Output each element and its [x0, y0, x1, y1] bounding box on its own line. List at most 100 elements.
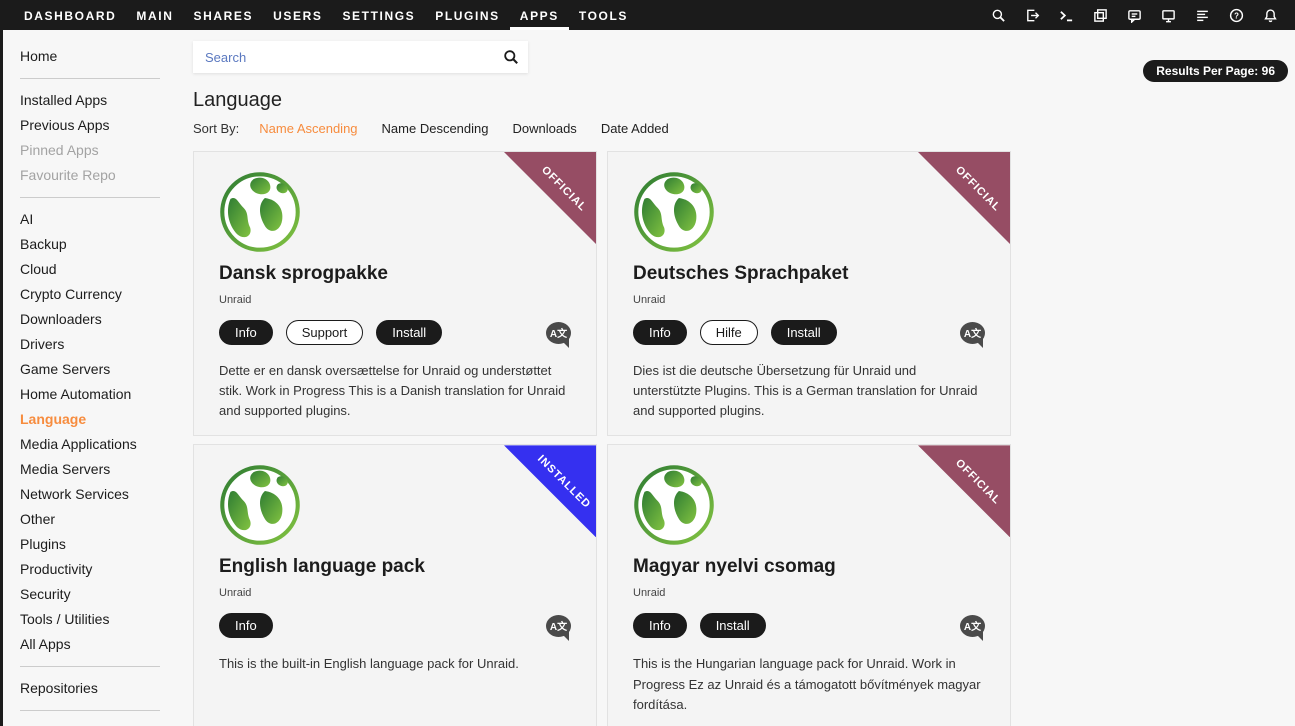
sidebar-item-language[interactable]: Language — [20, 407, 193, 432]
sort-option-downloads[interactable]: Downloads — [512, 121, 576, 136]
terminal-icon[interactable] — [1049, 0, 1083, 30]
install-button[interactable]: Install — [771, 320, 837, 345]
sidebar-item-other[interactable]: Other — [20, 507, 193, 532]
nav-item-settings[interactable]: SETTINGS — [332, 0, 425, 30]
app-description: Dies ist die deutsche Übersetzung für Un… — [633, 361, 985, 421]
translate-icon[interactable]: A文 — [960, 322, 985, 344]
translate-icon[interactable]: A文 — [960, 615, 985, 637]
nav-item-main[interactable]: MAIN — [126, 0, 183, 30]
search-input[interactable] — [193, 41, 528, 73]
app-card-grid: OFFICIAL Dansk sprogpakke Unraid Info Sup… — [193, 151, 1295, 726]
sidebar-item-productivity[interactable]: Productivity — [20, 557, 193, 582]
sort-option-name-ascending[interactable]: Name Ascending — [259, 121, 357, 136]
sidebar-item-media-servers[interactable]: Media Servers — [20, 457, 193, 482]
ribbon-badge: OFFICIAL — [918, 445, 1010, 537]
app-title[interactable]: Dansk sprogpakke — [219, 263, 571, 285]
sort-by-label: Sort By: — [193, 121, 239, 136]
action-buttons: Info Support Install — [219, 320, 455, 345]
nav-item-shares[interactable]: SHARES — [183, 0, 263, 30]
nav-item-dashboard[interactable]: DASHBOARD — [14, 0, 126, 30]
sort-option-date-added[interactable]: Date Added — [601, 121, 669, 136]
monitor-icon[interactable] — [1151, 0, 1185, 30]
search-icon[interactable] — [503, 49, 519, 70]
nav-item-users[interactable]: USERS — [263, 0, 332, 30]
hilfe-button[interactable]: Hilfe — [700, 320, 758, 345]
support-button[interactable]: Support — [286, 320, 364, 345]
ribbon-label: OFFICIAL — [518, 151, 597, 235]
app-card-magyar-nyelvi-csomag: OFFICIAL Magyar nyelvi csomag Unraid Inf… — [607, 444, 1011, 726]
action-buttons: Info — [219, 613, 286, 638]
sidebar-item-installed-apps[interactable]: Installed Apps — [20, 88, 193, 113]
translate-icon[interactable]: A文 — [546, 615, 571, 637]
ribbon-label: OFFICIAL — [932, 151, 1011, 235]
sidebar-item-favourite-repo: Favourite Repo — [20, 163, 193, 188]
copy-icon[interactable] — [1083, 0, 1117, 30]
ribbon-badge: OFFICIAL — [504, 152, 596, 244]
card-actions: Info A文 — [219, 613, 571, 638]
info-button[interactable]: Info — [219, 320, 273, 345]
sidebar-item-previous-apps[interactable]: Previous Apps — [20, 113, 193, 138]
info-button[interactable]: Info — [633, 320, 687, 345]
app-description: Dette er en dansk oversættelse for Unrai… — [219, 361, 571, 421]
sidebar-item-settings[interactable]: Settings — [20, 720, 193, 726]
globe-icon[interactable] — [219, 464, 301, 546]
sidebar-item-plugins[interactable]: Plugins — [20, 532, 193, 557]
sidebar-item-all-apps[interactable]: All Apps — [20, 632, 193, 657]
nav-item-plugins[interactable]: PLUGINS — [425, 0, 510, 30]
globe-icon[interactable] — [633, 464, 715, 546]
sidebar-item-security[interactable]: Security — [20, 582, 193, 607]
sidebar-divider — [20, 710, 160, 711]
translate-icon[interactable]: A文 — [546, 322, 571, 344]
nav-icons: ? — [981, 0, 1295, 30]
notifications-icon[interactable] — [1253, 0, 1287, 30]
sidebar-item-ai[interactable]: AI — [20, 207, 193, 232]
app-author: Unraid — [633, 587, 985, 599]
feedback-icon[interactable] — [1117, 0, 1151, 30]
sort-option-name-descending[interactable]: Name Descending — [382, 121, 489, 136]
sidebar-item-home-automation[interactable]: Home Automation — [20, 382, 193, 407]
search-icon[interactable] — [981, 0, 1015, 30]
globe-icon[interactable] — [219, 171, 301, 253]
help-icon[interactable]: ? — [1219, 0, 1253, 30]
sidebar-item-drivers[interactable]: Drivers — [20, 332, 193, 357]
sidebar-item-home[interactable]: Home — [20, 44, 193, 69]
app-title[interactable]: Deutsches Sprachpaket — [633, 263, 985, 285]
sidebar-item-repositories[interactable]: Repositories — [20, 676, 193, 701]
sidebar-item-downloaders[interactable]: Downloaders — [20, 307, 193, 332]
main-content: Results Per Page: 96 Language Sort By: N… — [193, 30, 1295, 726]
sidebar-item-network-services[interactable]: Network Services — [20, 482, 193, 507]
page-title: Language — [193, 89, 1295, 112]
card-actions: Info Hilfe Install A文 — [633, 320, 985, 345]
sidebar-item-tools-utilities[interactable]: Tools / Utilities — [20, 607, 193, 632]
sign-out-icon[interactable] — [1015, 0, 1049, 30]
app-card-dansk-sprogpakke: OFFICIAL Dansk sprogpakke Unraid Info Sup… — [193, 151, 597, 436]
sidebar-item-crypto-currency[interactable]: Crypto Currency — [20, 282, 193, 307]
info-button[interactable]: Info — [633, 613, 687, 638]
results-per-page-badge[interactable]: Results Per Page: 96 — [1143, 60, 1288, 82]
sidebar-item-game-servers[interactable]: Game Servers — [20, 357, 193, 382]
nav-item-tools[interactable]: TOOLS — [569, 0, 638, 30]
install-button[interactable]: Install — [700, 613, 766, 638]
ribbon-label: INSTALLED — [518, 444, 597, 528]
page-body: Home Installed AppsPrevious AppsPinned Ap… — [0, 30, 1295, 726]
ribbon-badge: INSTALLED — [504, 445, 596, 537]
log-icon[interactable] — [1185, 0, 1219, 30]
app-title[interactable]: English language pack — [219, 556, 571, 578]
action-buttons: Info Hilfe Install — [633, 320, 850, 345]
app-description: This is the built-in English language pa… — [219, 654, 571, 674]
sidebar-item-pinned-apps: Pinned Apps — [20, 138, 193, 163]
sidebar-item-cloud[interactable]: Cloud — [20, 257, 193, 282]
app-title[interactable]: Magyar nyelvi csomag — [633, 556, 985, 578]
action-buttons: Info Install — [633, 613, 779, 638]
sidebar-divider — [20, 197, 160, 198]
nav-item-apps[interactable]: APPS — [510, 0, 569, 30]
app-author: Unraid — [219, 294, 571, 306]
sort-options: Name Ascending Name Descending Downloads Da… — [259, 121, 693, 136]
globe-icon[interactable] — [633, 171, 715, 253]
app-description: This is the Hungarian language pack for … — [633, 654, 985, 714]
info-button[interactable]: Info — [219, 613, 273, 638]
sidebar-item-backup[interactable]: Backup — [20, 232, 193, 257]
sidebar-item-media-applications[interactable]: Media Applications — [20, 432, 193, 457]
install-button[interactable]: Install — [376, 320, 442, 345]
sidebar-divider — [20, 78, 160, 79]
